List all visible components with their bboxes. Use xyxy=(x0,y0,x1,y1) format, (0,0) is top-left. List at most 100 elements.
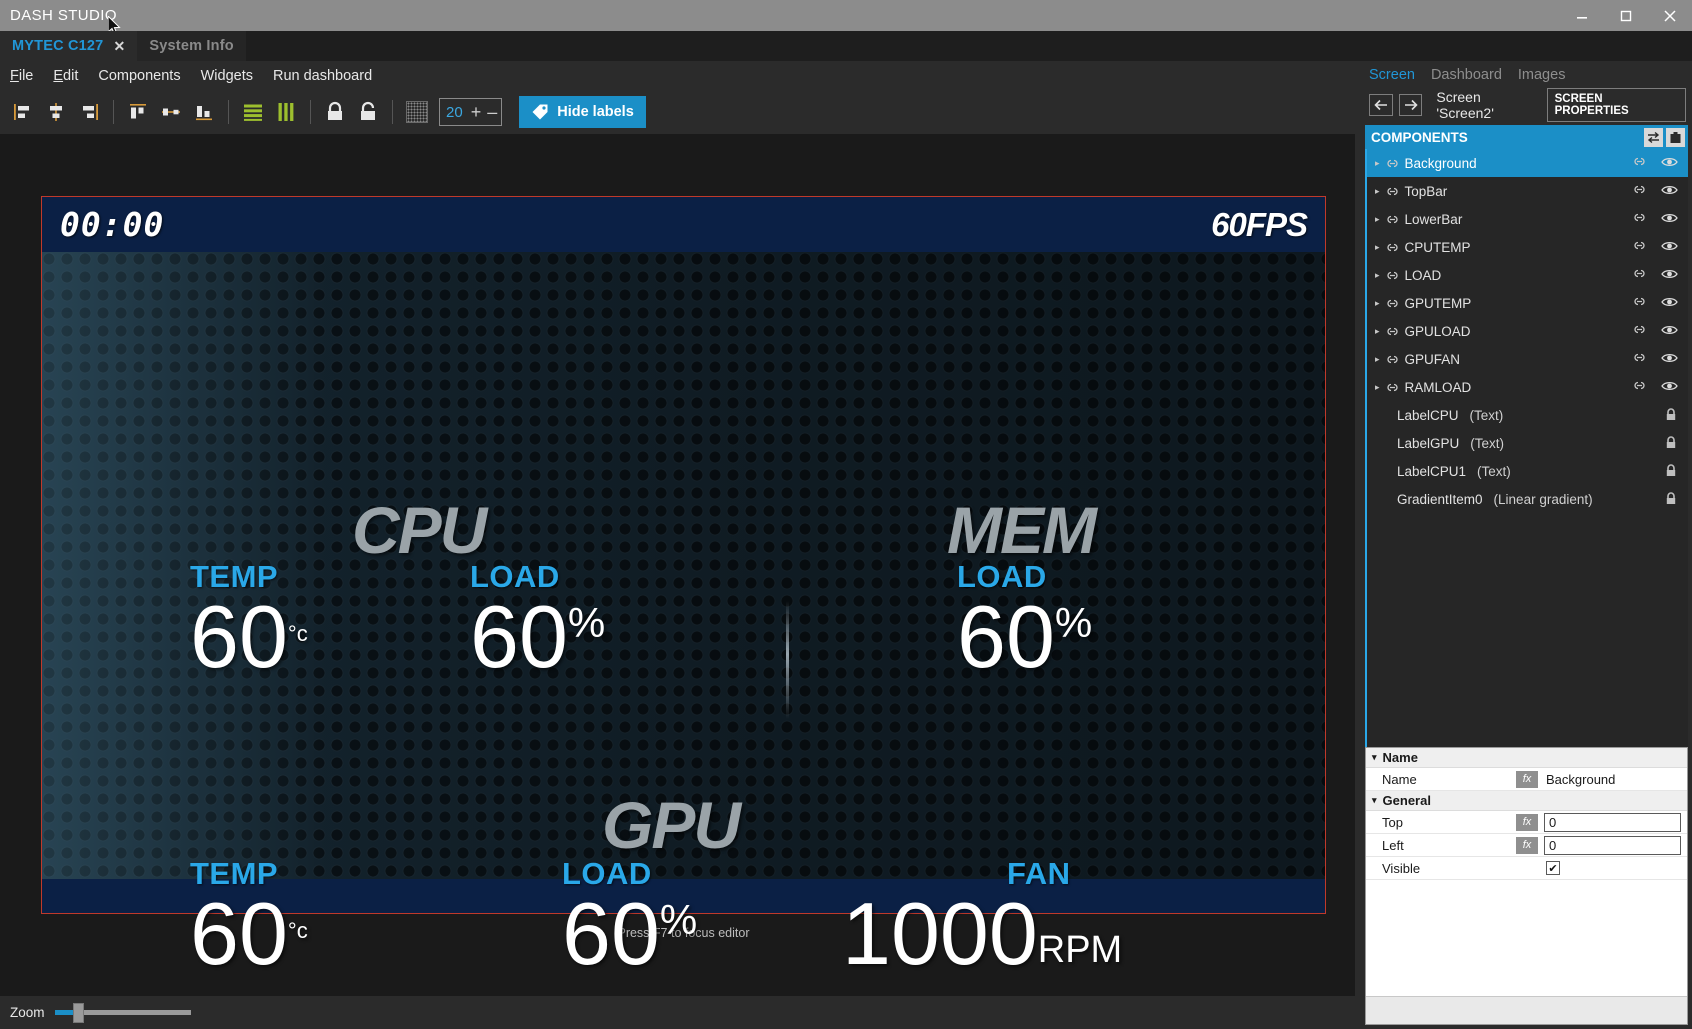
minimize-button[interactable] xyxy=(1560,0,1604,31)
tree-item-lowerbar[interactable]: ▸ LowerBar xyxy=(1367,205,1688,233)
tree-item-topbar[interactable]: ▸ TopBar xyxy=(1367,177,1688,205)
eye-icon[interactable] xyxy=(1661,296,1678,308)
property-row-left[interactable]: Left fx 0 xyxy=(1366,834,1687,857)
lock-toggle[interactable] xyxy=(1664,491,1678,508)
menu-item-edit[interactable]: Edit xyxy=(53,68,78,84)
metric-gpu-load[interactable]: LOAD 60 % xyxy=(562,856,697,977)
tab-images[interactable]: Images xyxy=(1518,67,1566,83)
lock-closed-icon[interactable] xyxy=(320,97,350,127)
grid-size-increment-button[interactable]: + xyxy=(471,103,482,121)
metric-cpu-load[interactable]: LOAD 60 % xyxy=(470,559,605,680)
expand-caret-icon[interactable]: ▸ xyxy=(1375,298,1380,309)
visibility-toggle[interactable] xyxy=(1661,352,1678,367)
tree-item-load[interactable]: ▸ LOAD xyxy=(1367,261,1688,289)
metric-cpu-temp[interactable]: TEMP 60 °c xyxy=(190,559,308,680)
screen-forward-button[interactable] xyxy=(1398,94,1423,116)
visible-checkbox[interactable]: ✔ xyxy=(1546,861,1560,875)
menu-item-widgets[interactable]: Widgets xyxy=(201,68,253,84)
expand-caret-icon[interactable]: ▸ xyxy=(1375,382,1380,393)
property-grid[interactable]: ▾ Name Name fx Background ▾ General Top fx 0 Left f… xyxy=(1365,747,1688,1025)
align-center-vertical-icon[interactable] xyxy=(41,97,71,127)
tree-item-gpuload[interactable]: ▸ GPULOAD xyxy=(1367,317,1688,345)
components-tree[interactable]: ▸ Background ▸ TopBar ▸ LowerBar ▸ CPUTEMP ▸ LOAD… xyxy=(1365,149,1688,789)
eye-icon[interactable] xyxy=(1661,184,1678,196)
visibility-toggle[interactable] xyxy=(1661,212,1678,227)
formula-button[interactable]: fx xyxy=(1516,836,1538,854)
grid-size-value[interactable]: 20 xyxy=(444,104,465,121)
link-toggle[interactable] xyxy=(1632,323,1647,339)
collapse-caret-icon[interactable]: ▾ xyxy=(1372,795,1377,806)
property-row-visible[interactable]: Visible ✔ xyxy=(1366,857,1687,880)
property-row-top[interactable]: Top fx 0 xyxy=(1366,811,1687,834)
screen-properties-button[interactable]: SCREEN PROPERTIES xyxy=(1546,88,1687,122)
lock-open-icon[interactable] xyxy=(353,97,383,127)
expand-caret-icon[interactable]: ▸ xyxy=(1375,186,1380,197)
eye-icon[interactable] xyxy=(1661,156,1678,168)
visibility-toggle[interactable] xyxy=(1661,268,1678,283)
link-toggle[interactable] xyxy=(1632,295,1647,311)
eye-icon[interactable] xyxy=(1661,352,1678,364)
menu-item-components[interactable]: Components xyxy=(98,68,180,84)
tree-item-cputemp[interactable]: ▸ CPUTEMP xyxy=(1367,233,1688,261)
clipboard-icon[interactable] xyxy=(1666,127,1685,147)
expand-caret-icon[interactable]: ▸ xyxy=(1375,270,1380,281)
eye-icon[interactable] xyxy=(1661,268,1678,280)
expand-caret-icon[interactable]: ▸ xyxy=(1375,242,1380,253)
metric-mem-load[interactable]: LOAD 60 % xyxy=(957,559,1092,680)
lock-icon[interactable] xyxy=(1664,463,1678,477)
zoom-slider[interactable] xyxy=(54,1002,191,1023)
property-row-name[interactable]: Name fx Background xyxy=(1366,768,1687,791)
tree-item-labelgpu[interactable]: LabelGPU (Text) xyxy=(1367,429,1688,457)
tab-mytec-c127[interactable]: MYTEC C127 ✕ xyxy=(0,31,138,61)
zoom-slider-thumb[interactable] xyxy=(72,1002,84,1023)
eye-icon[interactable] xyxy=(1661,324,1678,336)
metric-gpu-temp[interactable]: TEMP 60 °c xyxy=(190,856,308,977)
expand-caret-icon[interactable]: ▸ xyxy=(1375,326,1380,337)
expand-caret-icon[interactable]: ▸ xyxy=(1375,214,1380,225)
visibility-toggle[interactable] xyxy=(1661,184,1678,199)
eye-icon[interactable] xyxy=(1661,240,1678,252)
grid-size-decrement-button[interactable]: – xyxy=(487,103,497,121)
property-category-general[interactable]: ▾ General xyxy=(1366,791,1687,811)
maximize-button[interactable] xyxy=(1604,0,1648,31)
visibility-toggle[interactable] xyxy=(1661,240,1678,255)
visibility-toggle[interactable] xyxy=(1661,156,1678,171)
formula-button[interactable]: fx xyxy=(1516,770,1538,788)
tab-screen[interactable]: Screen xyxy=(1369,67,1415,83)
visibility-toggle[interactable] xyxy=(1661,380,1678,395)
property-value[interactable]: Background xyxy=(1544,772,1687,787)
hide-labels-button[interactable]: Hide labels xyxy=(519,96,646,128)
lock-icon[interactable] xyxy=(1664,491,1678,505)
tree-item-background[interactable]: ▸ Background xyxy=(1367,149,1688,177)
eye-icon[interactable] xyxy=(1661,380,1678,392)
tree-item-labelcpu[interactable]: LabelCPU (Text) xyxy=(1367,401,1688,429)
close-button[interactable] xyxy=(1648,0,1692,31)
eye-icon[interactable] xyxy=(1661,212,1678,224)
visibility-toggle[interactable] xyxy=(1661,296,1678,311)
link-toggle[interactable] xyxy=(1632,211,1647,227)
screen-back-button[interactable] xyxy=(1369,94,1393,116)
dashboard-preview[interactable]: 00:00 60FPS CPU MEM GPU TEMP 60 °c LOAD xyxy=(41,196,1326,977)
tab-close-icon[interactable]: ✕ xyxy=(113,38,125,55)
link-toggle[interactable] xyxy=(1632,379,1647,395)
canvas-area[interactable]: 00:00 60FPS CPU MEM GPU TEMP 60 °c LOAD xyxy=(0,134,1355,996)
align-right-icon[interactable] xyxy=(74,97,104,127)
menu-item-file[interactable]: File xyxy=(10,68,33,84)
link-toggle[interactable] xyxy=(1632,267,1647,283)
grid-icon[interactable] xyxy=(402,97,432,127)
visibility-toggle[interactable] xyxy=(1661,324,1678,339)
property-value-input[interactable]: 0 xyxy=(1544,835,1681,855)
align-bottom-icon[interactable] xyxy=(189,97,219,127)
distribute-horizontal-icon[interactable] xyxy=(238,97,268,127)
expand-caret-icon[interactable]: ▸ xyxy=(1375,354,1380,365)
tab-system-info[interactable]: System Info xyxy=(137,31,246,61)
link-toggle[interactable] xyxy=(1632,351,1647,367)
align-left-icon[interactable] xyxy=(8,97,38,127)
lock-toggle[interactable] xyxy=(1664,435,1678,452)
metric-gpu-fan[interactable]: FAN 1000 RPM xyxy=(842,856,1122,977)
tree-item-ramload[interactable]: ▸ RAMLOAD xyxy=(1367,373,1688,401)
tab-dashboard[interactable]: Dashboard xyxy=(1431,67,1502,83)
formula-button[interactable]: fx xyxy=(1516,813,1538,831)
property-category-name[interactable]: ▾ Name xyxy=(1366,748,1687,768)
lock-toggle[interactable] xyxy=(1664,407,1678,424)
